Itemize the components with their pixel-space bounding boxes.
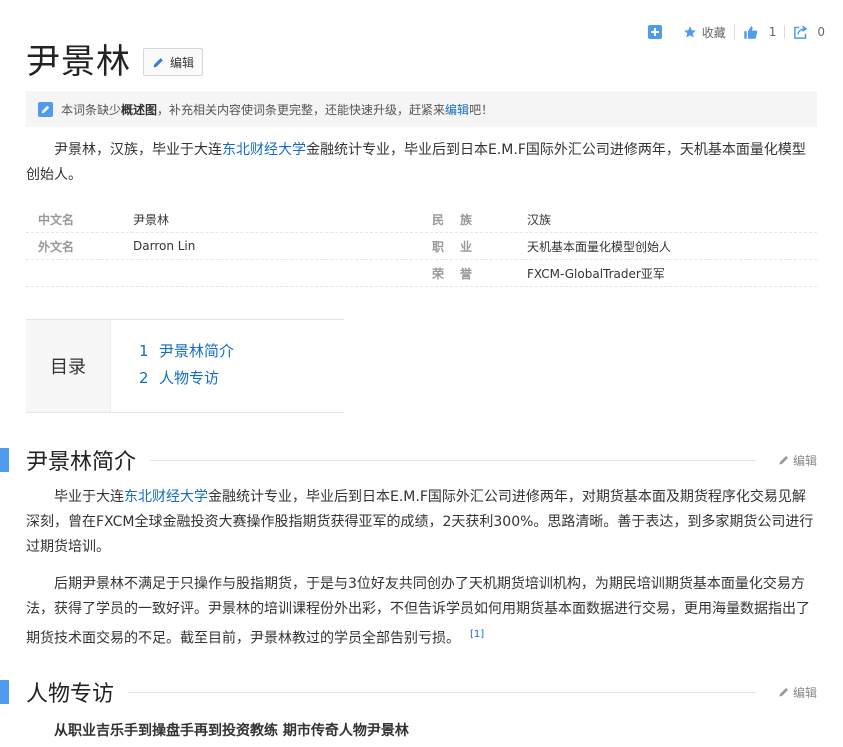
summary: 尹景林，汉族，毕业于大连东北财经大学金融统计专业，毕业后到日本E.M.F国际外汇… xyxy=(26,138,816,188)
thumbs-up-icon xyxy=(743,25,757,39)
section-edit-label: 编辑 xyxy=(792,685,817,700)
info-value: 天机基本面量化模型创始人 xyxy=(527,239,672,254)
intro-text-2: 后期尹景林不满足于只操作与股指期货，于是与3位好友共同创办了天机期货培训机构，为… xyxy=(26,576,810,647)
toc-number: 2 xyxy=(139,369,149,387)
basic-info-row: 中文名 尹景林 民 族 汉族 xyxy=(26,206,817,233)
basic-info: 中文名 尹景林 民 族 汉族 外文名 Darron Lin 职 业 天机基本面量… xyxy=(26,206,817,287)
notice-text-mid: ，补充相关内容使词条更完整，还能快速升级，赶紧来 xyxy=(157,102,446,117)
section-divider xyxy=(128,691,756,693)
info-value: 尹景林 xyxy=(133,212,170,227)
edit-label: 编辑 xyxy=(170,55,195,70)
edit-note-icon xyxy=(38,101,53,117)
like-button[interactable]: 1 xyxy=(735,25,785,40)
info-value: 汉族 xyxy=(527,212,552,227)
like-count: 1 xyxy=(768,25,777,39)
notice-edit-link[interactable]: 编辑 xyxy=(445,101,469,118)
info-name: 职 业 xyxy=(432,239,475,254)
page-title: 尹景林 xyxy=(26,42,131,82)
toc-list: 1 尹景林简介 2 人物专访 xyxy=(111,320,234,412)
toc-text: 尹景林简介 xyxy=(159,342,235,360)
notice-bold: 概述图 xyxy=(121,102,158,117)
toc-item-interview[interactable]: 2 人物专访 xyxy=(139,365,234,392)
notice-text-post: 吧！ xyxy=(469,102,494,117)
intro-paragraph-1: 毕业于大连东北财经大学金融统计专业，毕业后到日本E.M.F国际外汇公司进修两年，… xyxy=(26,485,817,560)
info-value: Darron Lin xyxy=(133,239,196,253)
section-title: 人物专访 xyxy=(26,682,115,707)
intro-text: 毕业于大连 xyxy=(54,489,124,505)
toc-item-intro[interactable]: 1 尹景林简介 xyxy=(139,338,234,365)
section-edit-label: 编辑 xyxy=(792,453,817,468)
star-icon xyxy=(683,26,696,38)
plus-icon xyxy=(647,25,662,39)
share-count: 0 xyxy=(817,25,825,39)
info-name: 外文名 xyxy=(38,239,75,254)
pencil-icon xyxy=(153,57,163,67)
section-edit-button[interactable]: 编辑 xyxy=(778,684,817,701)
section-edit-button[interactable]: 编辑 xyxy=(778,452,817,469)
info-value: FXCM-GlobalTrader亚军 xyxy=(527,266,665,281)
info-name: 民 族 xyxy=(432,212,475,227)
info-name: 中文名 xyxy=(38,212,75,227)
intro-paragraph-2: 后期尹景林不满足于只操作与股指期货，于是与3位好友共同创办了天机期货培训机构，为… xyxy=(26,572,817,652)
notice-text-pre: 本词条缺少 xyxy=(61,102,122,117)
section-header-intro: 尹景林简介 编辑 xyxy=(0,444,817,476)
section-header-interview: 人物专访 编辑 xyxy=(0,676,817,708)
university-link[interactable]: 东北财经大学 xyxy=(124,489,208,505)
notice-bar: 本词条缺少 概述图 ，补充相关内容使词条更完整，还能快速升级，赶紧来 编辑 吧！ xyxy=(26,91,817,127)
section-divider xyxy=(150,459,756,461)
title-row: 尹景林 编辑 xyxy=(26,40,204,84)
university-link[interactable]: 东北财经大学 xyxy=(222,142,306,158)
basic-info-row: 外文名 Darron Lin 职 业 天机基本面量化模型创始人 xyxy=(26,233,817,260)
reference-link[interactable]: [1] xyxy=(470,629,484,640)
share-button[interactable]: 0 xyxy=(785,25,833,40)
pencil-icon xyxy=(779,456,788,465)
toc-label: 目录 xyxy=(26,320,111,412)
basic-info-row: 荣 誉 FXCM-GlobalTrader亚军 xyxy=(26,260,817,287)
summary-text: 尹景林，汉族，毕业于大连 xyxy=(54,142,222,158)
section-title: 尹景林简介 xyxy=(26,450,137,475)
pencil-icon xyxy=(779,688,788,697)
share-icon xyxy=(794,25,808,39)
edit-button[interactable]: 编辑 xyxy=(143,48,204,76)
info-name: 荣 誉 xyxy=(432,266,475,281)
add-button[interactable] xyxy=(640,25,675,39)
section-accent-bar xyxy=(0,680,9,704)
collect-label: 收藏 xyxy=(701,25,726,40)
toc-number: 1 xyxy=(139,342,149,360)
section-accent-bar xyxy=(0,448,9,472)
collect-button[interactable]: 收藏 xyxy=(675,24,734,41)
toc-text: 人物专访 xyxy=(159,369,220,387)
table-of-contents: 目录 1 尹景林简介 2 人物专访 xyxy=(26,319,344,413)
top-toolbar: 收藏 1 0 xyxy=(640,22,833,42)
interview-title: 从职业吉乐手到操盘手再到投资教练 期市传奇人物尹景林 xyxy=(54,723,409,739)
